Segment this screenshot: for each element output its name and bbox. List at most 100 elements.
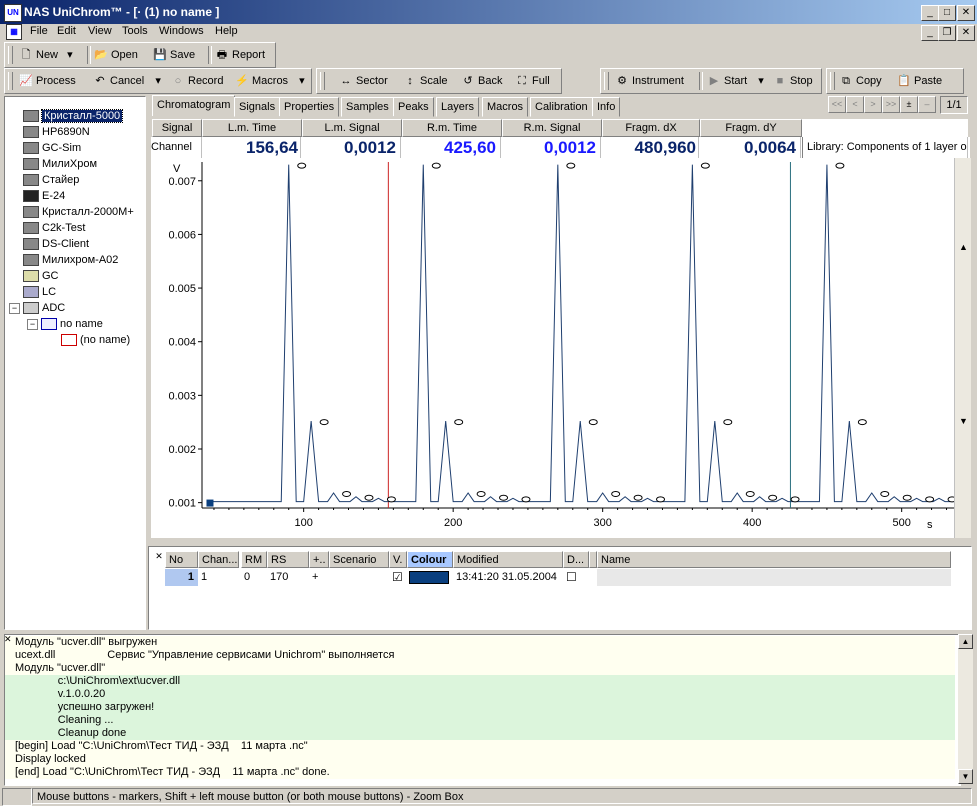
instrument-button[interactable]: ⚙ Instrument (615, 73, 684, 89)
menu-windows[interactable]: Windows (159, 25, 204, 37)
scroll-up-arrow-icon[interactable]: ▲ (959, 242, 968, 252)
sector-button[interactable]: ↔ Sector (339, 73, 388, 89)
menu-help[interactable]: Help (215, 25, 238, 37)
tree-item[interactable]: E-24 (23, 189, 65, 204)
toolbar-grip[interactable] (8, 46, 13, 64)
tab-peaks[interactable]: Peaks (393, 97, 434, 117)
grid-col-rs[interactable]: RS (267, 551, 309, 568)
child-restore-icon[interactable]: ❐ (938, 25, 956, 41)
chevron-down-icon[interactable]: ▾ (299, 75, 305, 87)
grid-col-d[interactable]: D... (563, 551, 589, 568)
chevron-down-icon[interactable]: ▾ (758, 75, 764, 87)
toolbar-grip[interactable] (8, 72, 13, 90)
grid-col-colour[interactable]: Colour (407, 551, 453, 568)
grid-col-channel[interactable]: Chan... (198, 551, 239, 568)
tree-item[interactable]: Кристалл-5000 (23, 109, 124, 124)
maximize-icon[interactable]: □ (938, 5, 956, 21)
grid-col-rm[interactable]: RM (241, 551, 267, 568)
toolbar-grip[interactable] (604, 72, 609, 90)
tree-item[interactable]: МилиХром (23, 157, 97, 172)
scroll-down-arrow-icon[interactable]: ▼ (958, 769, 973, 784)
close-icon[interactable]: ✕ (957, 5, 975, 21)
tree-item[interactable]: − ADC (9, 301, 65, 316)
next-page-button[interactable]: > (864, 96, 882, 113)
tab-calibration[interactable]: Calibration (530, 97, 593, 117)
chart-scrollbar[interactable]: ▲ ▼ (954, 158, 971, 538)
tree-item[interactable]: (no name) (61, 333, 130, 348)
last-page-button[interactable]: >> (882, 96, 900, 113)
tree-item[interactable]: − no name (27, 317, 103, 332)
grid-col-modified[interactable]: Modified (453, 551, 563, 568)
log-close-icon[interactable]: ✕ (4, 634, 14, 644)
tree-item[interactable]: C2k-Test (23, 221, 85, 236)
tree-item[interactable]: HP6890N (23, 125, 90, 140)
stop-button[interactable]: ■ Stop (773, 73, 813, 89)
tab-samples[interactable]: Samples (341, 97, 394, 117)
app-icon[interactable]: UN (4, 4, 22, 22)
macros-button[interactable]: ⚡ Macros ▾ (235, 73, 305, 89)
grid-col-scenario[interactable]: Scenario (329, 551, 389, 568)
tree-item[interactable]: DS-Client (23, 237, 89, 252)
title-bar[interactable]: UN NAS UniChrom™ - [· (1) no name ] _ □ … (0, 0, 977, 24)
menu-view[interactable]: View (88, 25, 112, 37)
toolbar-grip[interactable] (830, 72, 835, 90)
grid-cell-name[interactable] (597, 569, 951, 586)
grid-col-plus[interactable]: +.. (309, 551, 329, 568)
tree-item[interactable]: Стайер (23, 173, 79, 188)
grid-cell-rm[interactable]: 0 (241, 569, 267, 586)
cancel-button[interactable]: ↶ Cancel ▾ (93, 73, 161, 89)
tab-macros[interactable]: Macros (482, 97, 529, 117)
grid-col-blank[interactable] (589, 551, 597, 568)
visible-checkbox[interactable]: ☑ (389, 569, 407, 586)
grid-cell-no[interactable]: 1 (165, 569, 198, 586)
tab-info[interactable]: Info (592, 97, 621, 117)
grid-col-v[interactable]: V. (389, 551, 407, 568)
tree-item[interactable]: Милихром-А02 (23, 253, 118, 268)
menu-file[interactable]: File (30, 25, 48, 37)
scroll-up-arrow-icon[interactable]: ▲ (958, 634, 973, 649)
pin-icon[interactable]: ✕ (153, 550, 165, 562)
scale-button[interactable]: ↕ Scale (403, 73, 447, 89)
document-icon[interactable]: ▦ (6, 24, 22, 40)
grid-cell-colour[interactable] (407, 569, 453, 586)
new-button[interactable]: 🗋 New ▾ (19, 47, 73, 63)
grid-cell-scenario[interactable] (329, 569, 389, 586)
tree-item[interactable]: Кристалл-2000М+ (23, 205, 134, 220)
scroll-down-arrow-icon[interactable]: ▼ (959, 416, 968, 426)
start-button[interactable]: ▶ Start ▾ (707, 73, 764, 89)
tree-item[interactable]: GC-Sim (23, 141, 81, 156)
remove-button[interactable]: – (918, 96, 936, 113)
child-close-icon[interactable]: ✕ (957, 25, 975, 41)
grid-col-no[interactable]: No (165, 551, 198, 568)
chromatogram-plot[interactable]: Vs 0.001 0.002 0.003 0.004 0.005 0.006 0.007 100… (151, 158, 970, 538)
first-page-button[interactable]: << (828, 96, 846, 113)
open-button[interactable]: 📂 Open (94, 47, 138, 63)
colour-swatch[interactable] (409, 571, 449, 584)
paste-button[interactable]: 📋 Paste (897, 73, 942, 89)
record-button[interactable]: ○ Record (171, 73, 224, 89)
grid-col-name[interactable]: Name (597, 551, 951, 568)
process-button[interactable]: 📈 Process (19, 73, 76, 89)
chevron-down-icon[interactable]: ▾ (67, 49, 73, 61)
full-button[interactable]: ⛶ Full (515, 73, 550, 89)
back-button[interactable]: ↺ Back (461, 73, 502, 89)
child-minimize-icon[interactable]: _ (921, 25, 939, 41)
menu-edit[interactable]: Edit (57, 25, 76, 37)
tree-item[interactable]: LC (23, 285, 56, 300)
prev-page-button[interactable]: < (846, 96, 864, 113)
grid-cell-rs[interactable]: 170 (267, 569, 309, 586)
grid-cell-plus[interactable]: + (309, 569, 329, 586)
chevron-down-icon[interactable]: ▾ (155, 75, 161, 87)
collapse-icon[interactable]: − (27, 319, 38, 330)
tab-properties[interactable]: Properties (279, 97, 340, 117)
save-button[interactable]: 💾 Save (153, 47, 195, 63)
tab-signals[interactable]: Signals (234, 97, 281, 117)
copy-button[interactable]: ⧉ Copy (839, 73, 882, 89)
chromatogram-svg[interactable]: Vs 0.001 0.002 0.003 0.004 0.005 0.006 0.007 100… (151, 158, 970, 538)
menu-tools[interactable]: Tools (122, 25, 148, 37)
tab-chromatogram[interactable]: Chromatogram (152, 95, 236, 116)
toolbar-grip[interactable] (320, 72, 325, 90)
grid-cell-modified[interactable]: 13:41:20 31.05.2004 (453, 569, 563, 586)
tab-layers[interactable]: Layers (436, 97, 480, 117)
grid-cell-channel[interactable]: 1 (198, 569, 241, 586)
